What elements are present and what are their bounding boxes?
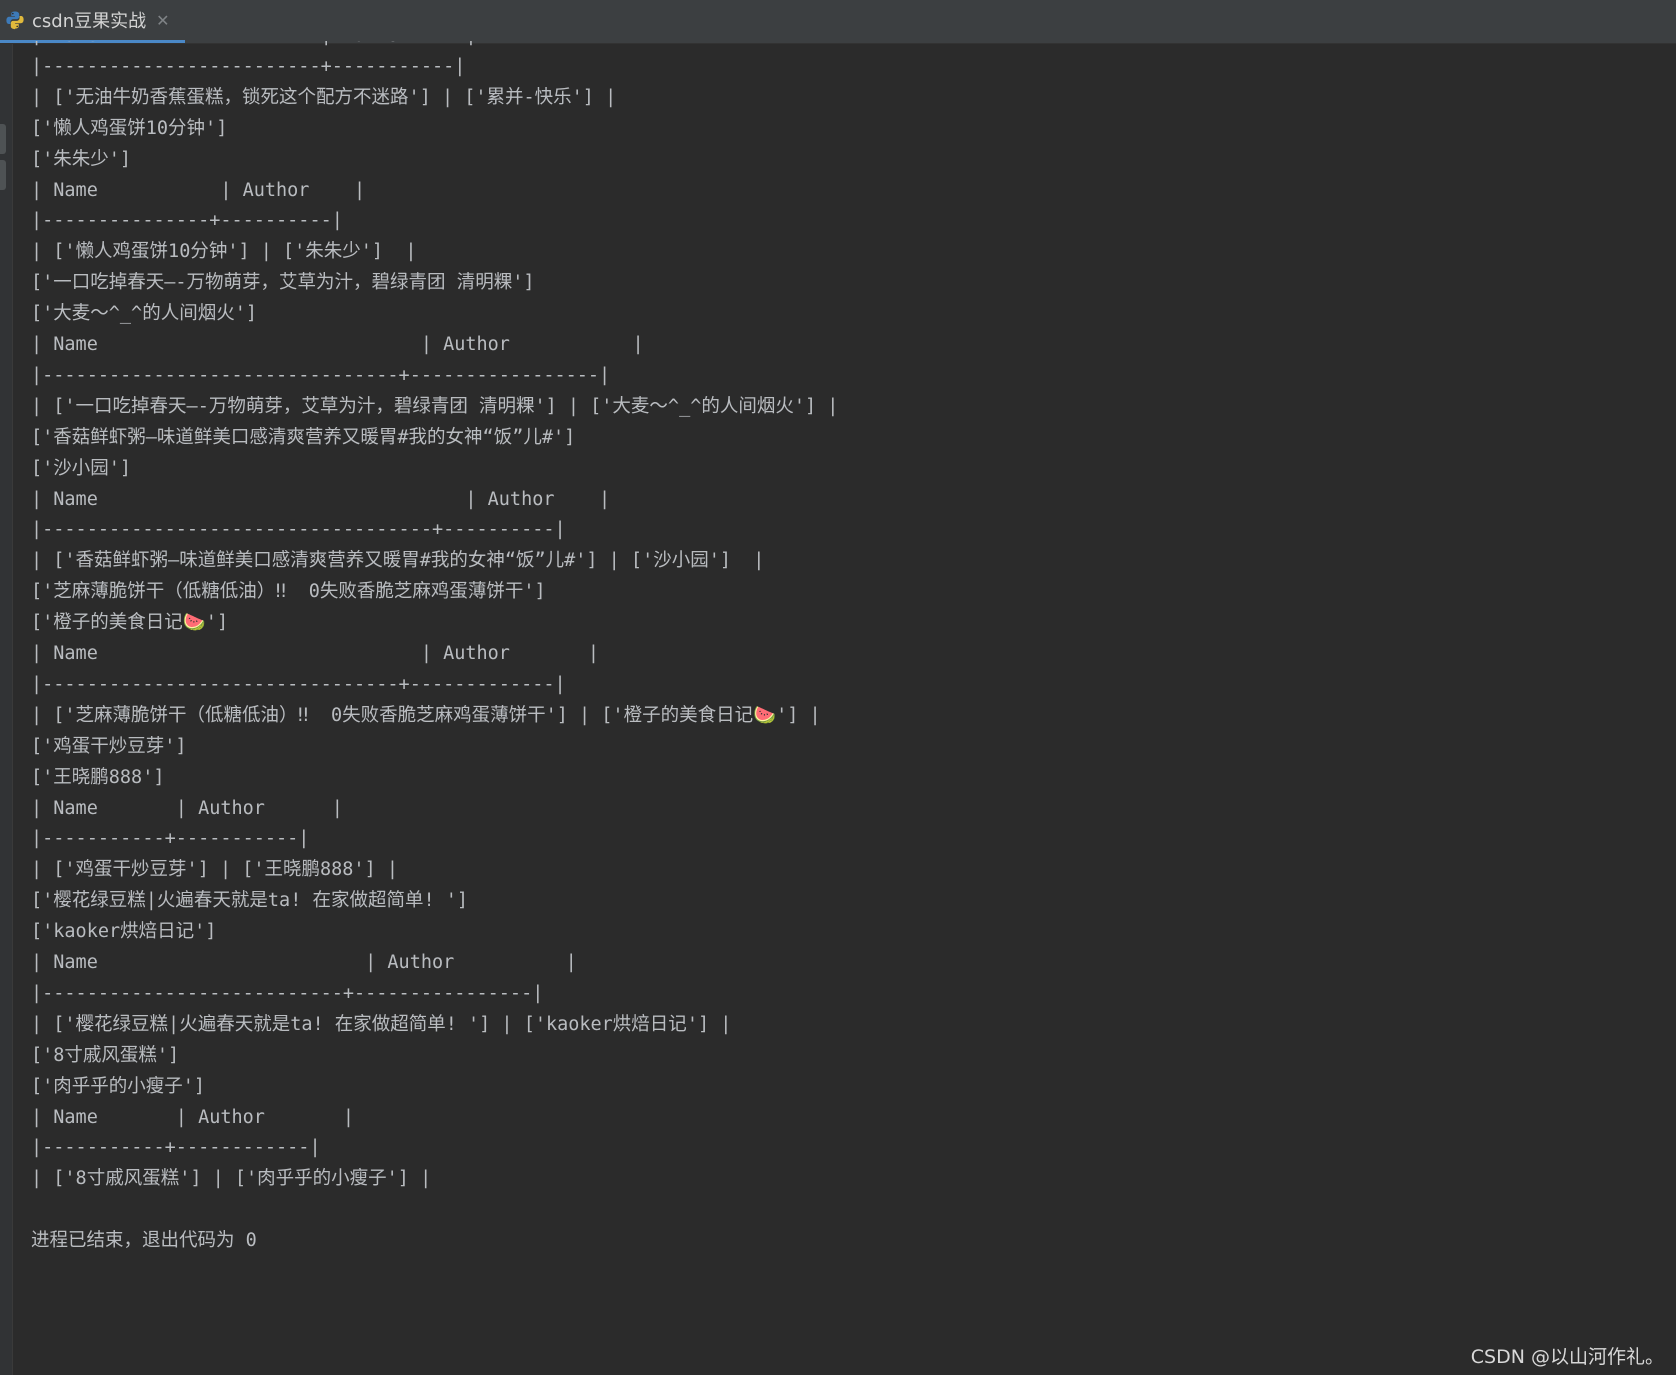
console-line: |---------------+----------| xyxy=(31,210,343,232)
console-line: | Name | Author | xyxy=(31,952,577,973)
gutter-toggle-button[interactable] xyxy=(0,124,6,154)
console-line: |--------------------------------+------… xyxy=(31,673,566,695)
console-line: ['芝麻薄脆饼干（低糖低油）‼ 0失败香脆芝麻鸡蛋薄饼干'] xyxy=(31,581,546,603)
console-line: 进程已结束，退出代码为 0 xyxy=(31,1230,257,1252)
console-line: ['沙小园'] xyxy=(31,457,132,479)
console-line: |--------------------------------+------… xyxy=(31,364,611,386)
console-line: | ['8寸戚风蛋糕'] | ['肉乎乎的小瘦子'] | xyxy=(31,1168,432,1190)
console-line: | Name | Author | xyxy=(31,179,366,201)
editor-tab-bar: csdn豆果实战 ✕ xyxy=(0,0,1676,44)
console-line: |---------------------------+-----------… xyxy=(31,982,544,1004)
console-line: | ['芝麻薄脆饼干（低糖低油）‼ 0失败香脆芝麻鸡蛋薄饼干'] | ['橙子的… xyxy=(31,704,821,726)
console-line: | ['无油牛奶香蕉蛋糕，锁死这个配方不迷路'] | ['累并-快乐'] | xyxy=(31,86,617,108)
console-line: |-----------+-----------| xyxy=(31,828,310,850)
console-line: ['懒人鸡蛋饼10分钟'] xyxy=(31,117,228,139)
tab-label: csdn豆果实战 xyxy=(32,11,147,32)
console-line: ['肉乎乎的小瘦子'] xyxy=(31,1075,206,1097)
console-line: | Name | Author | xyxy=(31,1106,355,1128)
console-line: |-----------------------------------+---… xyxy=(31,519,566,541)
console-line: | Name | Author | xyxy=(31,797,343,819)
console-line: ['樱花绿豆糕|火遍春天就是ta! 在家做超简单! '] xyxy=(31,890,469,912)
console-line: | ['香菇鲜虾粥—味道鲜美口感清爽营养又暖胃#我的女神“饭”儿#'] | ['… xyxy=(31,550,765,572)
console-line: ['香菇鲜虾粥—味道鲜美口感清爽营养又暖胃#我的女神“饭”儿#'] xyxy=(31,426,576,448)
close-icon[interactable]: ✕ xyxy=(156,11,169,30)
console-line: |-------------------------+-----------| xyxy=(31,55,466,77)
console-line: | ['一口吃掉春天—-万物萌芽，艾草为汁，碧绿青团 清明粿'] | ['大麦～… xyxy=(31,395,839,417)
run-console-output[interactable]: | Name | Author | |----------------------… xyxy=(31,41,1661,1341)
console-line: ['大麦～^_^的人间烟火'] xyxy=(31,303,257,325)
console-line: | Name | Author | xyxy=(31,488,611,510)
console-line: | Name | Author | xyxy=(31,643,600,664)
console-line: ['一口吃掉春天—-万物萌芽，艾草为汁，碧绿青团 清明粿'] xyxy=(31,272,535,294)
console-line: | ['樱花绿豆糕|火遍春天就是ta! 在家做超简单! '] | ['kaoke… xyxy=(31,1013,732,1035)
gutter-toggle-button[interactable] xyxy=(0,160,6,190)
left-gutter xyxy=(0,44,13,1375)
console-line: | ['懒人鸡蛋饼10分钟'] | ['朱朱少'] | xyxy=(31,241,417,263)
tab-csdn-douguo[interactable]: csdn豆果实战 ✕ xyxy=(0,0,185,43)
console-line: ['王晓鹏888'] xyxy=(31,766,165,788)
console-line: ['鸡蛋干炒豆芽'] xyxy=(31,735,187,757)
python-icon xyxy=(4,9,26,31)
csdn-watermark: CSDN @以山河作礼。 xyxy=(1470,1346,1664,1368)
console-line: |-----------+------------| xyxy=(31,1137,321,1159)
console-line: | Name | Author | xyxy=(31,334,644,355)
console-line: ['8寸戚风蛋糕'] xyxy=(31,1044,180,1066)
console-line: ['kaoker烘焙日记'] xyxy=(31,921,217,943)
console-line: ['朱朱少'] xyxy=(31,148,132,170)
console-line: ['橙子的美食日记🍉'] xyxy=(31,612,229,634)
console-line: | ['鸡蛋干炒豆芽'] | ['王晓鹏888'] | xyxy=(31,859,398,881)
